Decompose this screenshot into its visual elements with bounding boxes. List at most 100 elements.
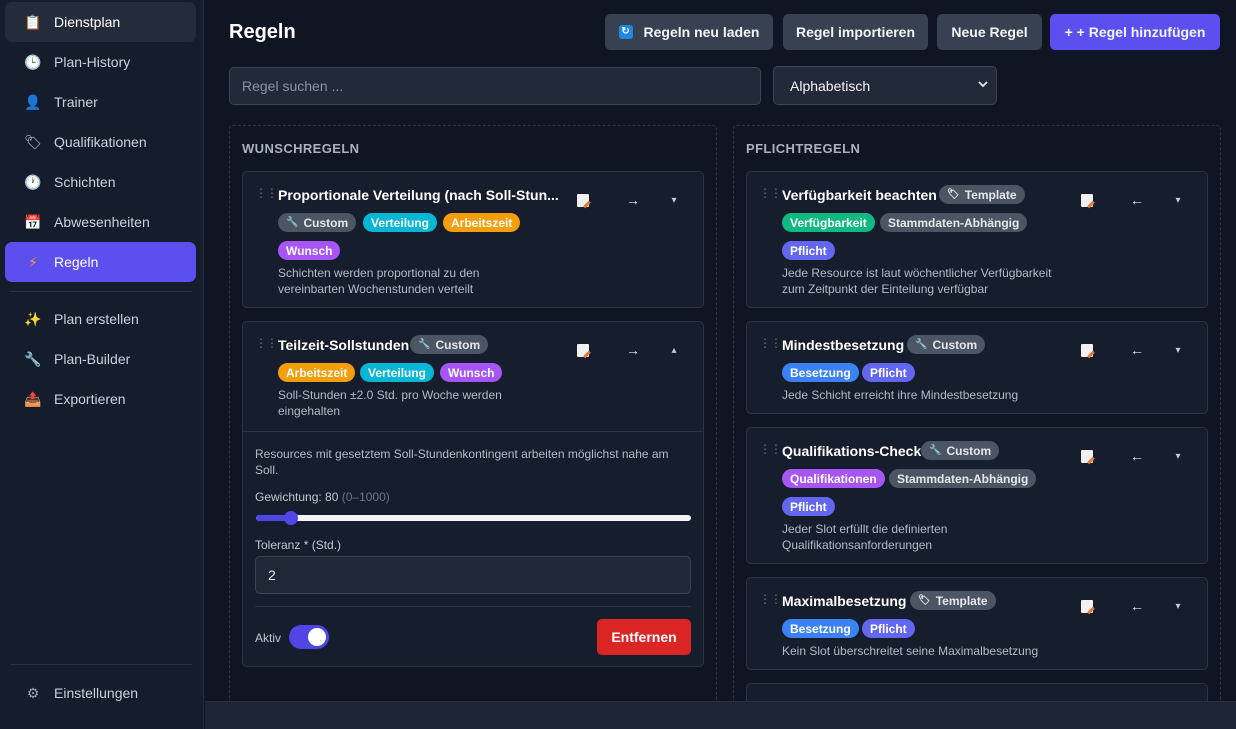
- badge-custom: 🔧 Custom: [278, 213, 357, 232]
- drag-handle-icon[interactable]: ⋮⋮: [759, 593, 782, 605]
- sidebar-item-abwesenheiten[interactable]: 📅 Abwesenheiten: [5, 202, 196, 242]
- badge-stammdaten: Stammdaten-Abhängig: [880, 213, 1028, 232]
- badge-verteilung: Verteilung: [363, 213, 438, 232]
- sidebar-item-plan-history[interactable]: 🕒 Plan-History: [5, 42, 196, 82]
- edit-icon[interactable]: [1077, 194, 1097, 210]
- new-rule-button[interactable]: Neue Regel: [937, 14, 1042, 50]
- active-toggle[interactable]: [289, 625, 329, 649]
- sidebar-item-einstellungen[interactable]: ⚙ Einstellungen: [5, 673, 196, 713]
- active-label: Aktiv: [255, 631, 282, 645]
- edit-icon[interactable]: [573, 194, 593, 210]
- rule-card-expanded: ⋮⋮ Teilzeit-Sollstunden 🔧 Custom → ▴ Arbe…: [242, 321, 704, 667]
- expand-toggle-button[interactable]: ▾: [1168, 601, 1188, 612]
- sidebar-item-label: Plan-Builder: [54, 351, 131, 367]
- sidebar-item-regeln[interactable]: ⚡ Regeln: [5, 242, 196, 282]
- calendar-icon: 📅: [24, 213, 42, 230]
- sidebar-item-plan-builder[interactable]: 🔧 Plan-Builder: [5, 339, 196, 379]
- rule-title: Maximalbesetzung: [782, 593, 907, 609]
- drag-handle-icon[interactable]: ⋮⋮: [759, 443, 782, 455]
- wrench-icon: 🔧: [929, 445, 942, 456]
- column-heading: WUNSCHREGELN: [242, 141, 360, 156]
- edit-icon[interactable]: [573, 344, 593, 360]
- badge-besetzung: Besetzung: [782, 619, 859, 638]
- edit-icon[interactable]: [1077, 600, 1097, 616]
- sidebar-item-label: Einstellungen: [54, 685, 139, 701]
- drag-handle-icon[interactable]: ⋮⋮: [255, 187, 278, 199]
- expand-toggle-button[interactable]: ▾: [1168, 195, 1188, 206]
- sort-select-value: Alphabetisch: [790, 77, 871, 94]
- sidebar-item-schichten[interactable]: 🕐 Schichten: [5, 162, 196, 202]
- rule-description: Soll-Stunden ±2.0 Std. pro Woche werden …: [278, 388, 502, 418]
- drag-handle-icon[interactable]: ⋮⋮: [255, 337, 278, 349]
- sidebar-item-dienstplan[interactable]: 📋 Dienstplan: [5, 2, 196, 42]
- badge-pflicht: Pflicht: [862, 363, 915, 382]
- drag-handle-icon[interactable]: ⋮⋮: [759, 337, 782, 349]
- move-left-button[interactable]: ←: [1127, 448, 1147, 464]
- badge-stammdaten: Stammdaten-Abhängig: [889, 469, 1037, 488]
- badge-besetzung: Besetzung: [782, 363, 859, 382]
- drag-handle-icon[interactable]: ⋮⋮: [759, 187, 782, 199]
- sort-select[interactable]: Alphabetisch: [773, 66, 997, 105]
- rule-card: ⋮⋮ Verfügbarkeit beachten 🏷 Template ← ▾ …: [746, 171, 1208, 308]
- sidebar-item-trainer[interactable]: 👤 Trainer: [5, 82, 196, 122]
- app-root: 📋 Dienstplan 🕒 Plan-History 👤 Trainer 🏷 …: [0, 0, 1236, 729]
- clock-icon: 🕒: [24, 53, 42, 70]
- badge-custom: 🔧 Custom: [907, 335, 986, 354]
- bottom-scrollbar[interactable]: [205, 701, 1236, 729]
- move-left-button[interactable]: ←: [1127, 342, 1147, 358]
- wunsch-column: WUNSCHREGELN ⋮⋮ Proportionale Verteilung…: [229, 125, 717, 725]
- divider: [255, 606, 691, 607]
- rule-search-input[interactable]: [229, 67, 761, 105]
- badge-verfuegbarkeit: Verfügbarkeit: [782, 213, 875, 232]
- tolerance-input[interactable]: 2: [255, 556, 691, 594]
- move-left-button[interactable]: ←: [1127, 192, 1147, 208]
- rule-title: Mindestbesetzung: [782, 337, 905, 353]
- tag-icon: 🏷: [918, 595, 931, 606]
- import-rule-button[interactable]: Regel importieren: [783, 14, 928, 50]
- badge-custom: 🔧 Custom: [921, 441, 1000, 460]
- expand-toggle-button[interactable]: ▾: [1168, 451, 1188, 462]
- move-right-button[interactable]: →: [623, 342, 643, 358]
- wrench-icon: 🔧: [418, 339, 431, 350]
- sidebar-item-exportieren[interactable]: 📤 Exportieren: [5, 379, 196, 419]
- rule-title: Qualifikations-Check: [782, 443, 922, 459]
- weight-label: Gewichtung: 80 (0–1000): [255, 490, 390, 504]
- rule-detail-text: Resources mit gesetztem Soll-Stundenkont…: [255, 447, 669, 477]
- sidebar-item-plan-erstellen[interactable]: ✨ Plan erstellen: [5, 299, 196, 339]
- edit-icon[interactable]: [1077, 450, 1097, 466]
- move-left-button[interactable]: ←: [1127, 598, 1147, 614]
- reload-rules-button[interactable]: ↻ Regeln neu laden: [605, 14, 773, 50]
- sidebar-item-label: Exportieren: [54, 391, 126, 407]
- collapse-toggle-button[interactable]: ▴: [664, 345, 684, 356]
- reload-rules-label: Regeln neu laden: [643, 24, 760, 40]
- badge-pflicht: Pflicht: [782, 241, 835, 260]
- add-rule-button[interactable]: + + Regel hinzufügen: [1050, 14, 1220, 50]
- weight-slider[interactable]: [256, 511, 691, 525]
- rule-title: Teilzeit-Sollstunden: [278, 337, 410, 353]
- expand-toggle-button[interactable]: ▾: [664, 195, 684, 206]
- badge-pflicht: Pflicht: [862, 619, 915, 638]
- tag-icon: 🏷: [24, 133, 42, 150]
- edit-icon[interactable]: [1077, 344, 1097, 360]
- pflicht-column: PFLICHTREGELN ⋮⋮ Verfügbarkeit beachten …: [733, 125, 1221, 729]
- expand-toggle-button[interactable]: ▾: [1168, 345, 1188, 356]
- sidebar-item-label: Schichten: [54, 174, 116, 190]
- wrench-icon: 🔧: [24, 350, 42, 367]
- badge-template: 🏷 Template: [939, 185, 1025, 204]
- badge-wunsch: Wunsch: [440, 363, 503, 382]
- badge-qualifikationen: Qualifikationen: [782, 469, 885, 488]
- weight-slider-thumb[interactable]: [283, 511, 298, 525]
- tag-icon: 🏷: [947, 189, 960, 200]
- sidebar-item-label: Trainer: [54, 94, 98, 110]
- page-title: Regeln: [229, 21, 296, 43]
- rule-title: Proportionale Verteilung (nach Soll-Stun…: [278, 187, 559, 203]
- move-right-button[interactable]: →: [623, 192, 643, 208]
- sidebar-item-qualifikationen[interactable]: 🏷 Qualifikationen: [5, 122, 196, 162]
- sparkles-icon: ✨: [24, 310, 42, 327]
- tolerance-label: Toleranz * (Std.): [255, 538, 342, 552]
- remove-rule-button[interactable]: Entfernen: [597, 619, 691, 655]
- gear-icon: ⚙: [26, 684, 40, 701]
- sidebar-divider: [10, 664, 192, 665]
- badge-arbeitszeit: Arbeitszeit: [278, 363, 356, 382]
- refresh-icon: ↻: [618, 25, 633, 39]
